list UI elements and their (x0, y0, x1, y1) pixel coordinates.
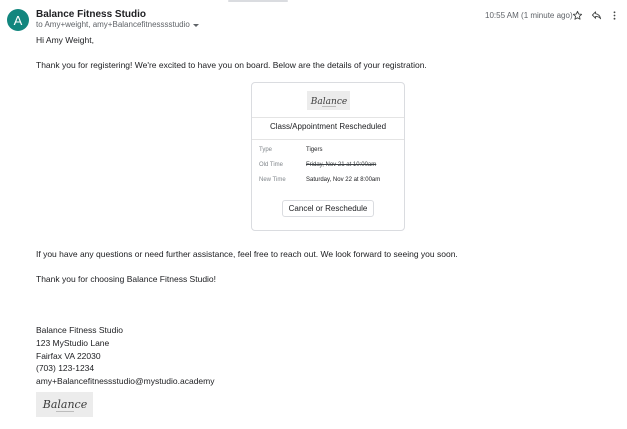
svg-text:Balance: Balance (41, 398, 87, 411)
registration-card: Balance Class/Appointment Rescheduled Ty… (251, 82, 405, 231)
help-paragraph: If you have any questions or need furthe… (36, 249, 458, 259)
old-time-label: Old Time (259, 162, 284, 168)
signature-logo: Balance (36, 392, 93, 417)
balance-logo-image: Balance (310, 97, 347, 107)
old-time-value: Friday, Nov 21 at 10:00am (306, 162, 377, 168)
greeting: Hi Amy Weight, (36, 35, 94, 45)
recipients-text: to Amy+weight, amy+Balancefitnesssstudio (36, 20, 190, 29)
card-divider-middle (252, 139, 404, 140)
signature-street: 123 MyStudio Lane (36, 338, 110, 348)
top-edge-divider (228, 0, 288, 2)
signature-phone[interactable]: (703) 123-1234 (36, 363, 94, 373)
signature-name: Balance Fitness Studio (36, 325, 123, 335)
signature-city: Fairfax VA 22030 (36, 351, 101, 361)
timestamp: 10:55 AM (1 minute ago) (485, 11, 573, 20)
balance-logo-image: Balance (41, 398, 87, 412)
thanks-paragraph: Thank you for choosing Balance Fitness S… (36, 274, 217, 284)
more-vert-icon[interactable] (607, 8, 621, 22)
svg-text:Balance: Balance (310, 97, 347, 107)
star-icon[interactable] (570, 8, 584, 22)
chevron-down-icon[interactable] (192, 23, 199, 27)
card-title: Class/Appointment Rescheduled (269, 122, 387, 131)
signature-email[interactable]: amy+Balancefitnessstudio@mystudio.academ… (36, 376, 214, 386)
type-label: Type (259, 147, 273, 153)
card-logo: Balance (307, 91, 350, 110)
avatar-letter: A (13, 12, 23, 28)
new-time-value: Saturday, Nov 22 at 8:00am (306, 177, 381, 183)
intro-paragraph: Thank you for registering! We're excited… (36, 60, 427, 70)
sender-avatar[interactable]: A (7, 9, 29, 31)
cancel-or-reschedule-button[interactable]: Cancel or Reschedule (282, 200, 374, 217)
type-value: Tigers (306, 147, 323, 153)
card-divider-top (252, 117, 404, 118)
recipients-line[interactable]: to Amy+weight, amy+Balancefitnesssstudio (36, 20, 199, 29)
reply-icon[interactable] (589, 8, 603, 22)
sender-name[interactable]: Balance Fitness Studio (36, 9, 146, 20)
new-time-label: New Time (259, 177, 286, 183)
